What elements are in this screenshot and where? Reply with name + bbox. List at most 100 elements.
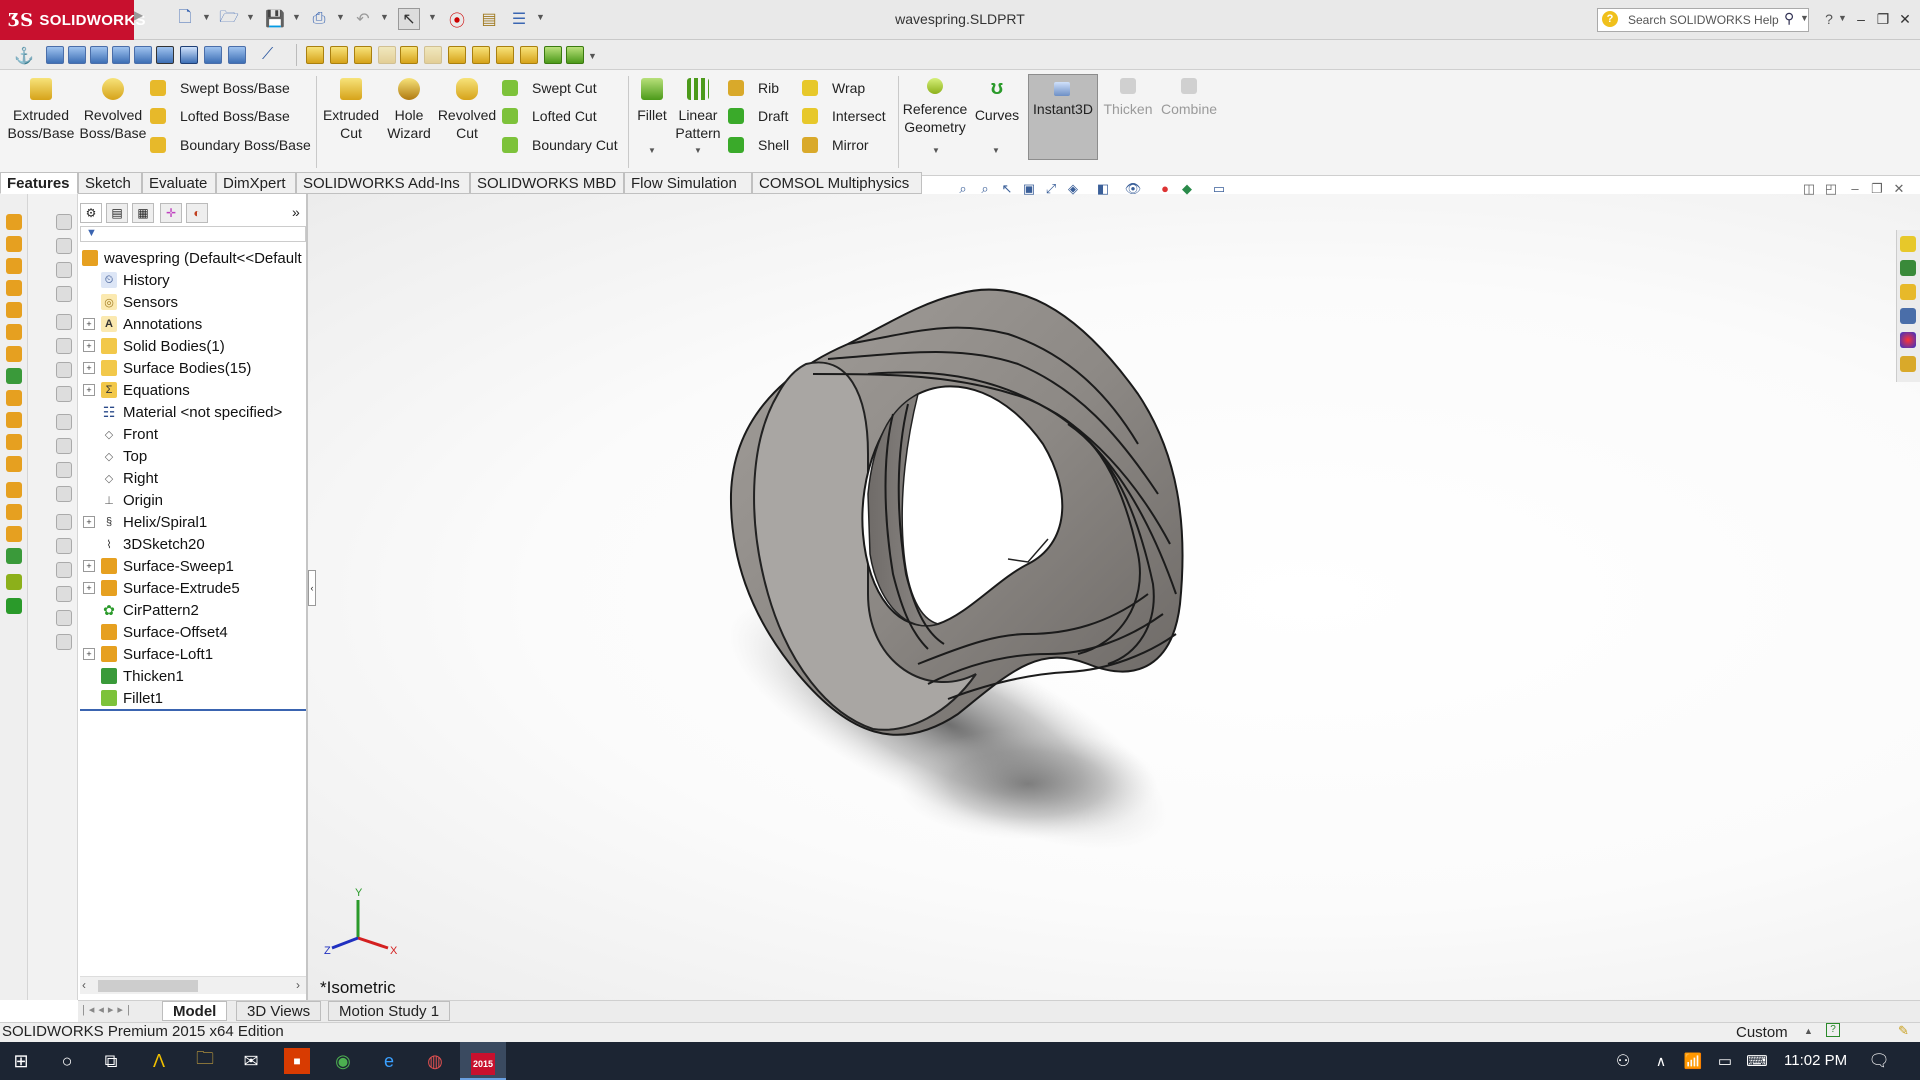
anchor-icon[interactable]: ⚓	[14, 46, 34, 66]
configurationmanager-tab-icon[interactable]: ▦	[132, 203, 154, 223]
file-explorer-taskbar-icon[interactable]: 🗀	[192, 1048, 218, 1074]
sketch-tool-icon[interactable]	[56, 486, 72, 502]
options-dropdown-icon[interactable]: ▼	[536, 12, 545, 22]
sweep-shortcut-icon[interactable]	[6, 258, 22, 274]
options-icon[interactable]: ☰	[508, 8, 530, 30]
combine-button[interactable]: Combine	[1158, 78, 1220, 118]
toolbar-overflow-icon[interactable]: ▼	[588, 51, 597, 61]
office-app-icon[interactable]: ■	[284, 1048, 310, 1074]
close-icon[interactable]: ✕	[1894, 8, 1916, 30]
tree-item-fillet1[interactable]: Fillet1	[80, 687, 163, 709]
tree-item-helix-spiral1[interactable]: + § Helix/Spiral1	[80, 511, 207, 533]
document-close-icon[interactable]: ✕	[1890, 180, 1908, 198]
tree-item-history[interactable]: ⏲ History	[80, 269, 170, 291]
bottom-view-icon[interactable]	[156, 46, 174, 64]
zoom-to-fit-icon[interactable]: ⌕	[954, 180, 972, 198]
tab-solidworks-add-ins[interactable]: SOLIDWORKS Add-Ins	[296, 172, 470, 194]
tree-item-top-plane[interactable]: ◇ Top	[80, 445, 147, 467]
search-dropdown-icon[interactable]: ▼	[1800, 13, 1809, 23]
save-icon[interactable]: 💾	[264, 8, 286, 30]
expand-icon[interactable]: +	[83, 516, 95, 528]
expand-icon[interactable]: +	[83, 318, 95, 330]
sketch-tool-2-icon[interactable]	[330, 46, 348, 64]
sketch-tool-icon[interactable]	[56, 538, 72, 554]
displaymanager-tab-icon[interactable]: ◐	[186, 203, 208, 223]
planar-surface-icon[interactable]	[6, 346, 22, 362]
solidworks-logo[interactable]: ƷS SOLIDWORKS	[0, 0, 145, 40]
document-restore-icon[interactable]: ❐	[1868, 180, 1886, 198]
file-properties-icon[interactable]: ▤	[478, 8, 500, 30]
tree-item-surface-sweep1[interactable]: + Surface-Sweep1	[80, 555, 234, 577]
units-up-icon[interactable]: ▲	[1804, 1026, 1813, 1036]
featuremanager-tab-icon[interactable]: ⚙	[80, 203, 102, 223]
sketch-tool-icon[interactable]	[56, 286, 72, 302]
zoom-to-area-icon[interactable]: ⌕	[976, 180, 994, 198]
right-view-icon[interactable]	[112, 46, 130, 64]
tree-item-surface-offset4[interactable]: Surface-Offset4	[80, 621, 228, 643]
sketch-tool-icon[interactable]	[56, 610, 72, 626]
units-selector[interactable]: Custom	[1736, 1024, 1788, 1041]
notifications-icon[interactable]: 🗨	[1866, 1048, 1892, 1074]
sketch-tool-12-icon[interactable]	[566, 46, 584, 64]
rebuild-status-icon[interactable]: ✎	[1898, 1023, 1909, 1039]
dimxpertmanager-tab-icon[interactable]: ✛	[160, 203, 182, 223]
extend-surface-icon[interactable]	[6, 434, 22, 450]
new-dropdown-icon[interactable]: ▼	[202, 12, 211, 22]
sketch-tool-icon[interactable]	[56, 562, 72, 578]
edge-app-icon[interactable]: e	[376, 1048, 402, 1074]
status-help-icon[interactable]: ?	[1826, 1023, 1840, 1037]
tree-item-solid-bodies[interactable]: + Solid Bodies(1)	[80, 335, 225, 357]
scrollbar-thumb[interactable]	[98, 980, 198, 992]
reference-shortcut-icon[interactable]	[6, 574, 22, 590]
boundary-shortcut-icon[interactable]	[6, 302, 22, 318]
back-view-icon[interactable]	[68, 46, 86, 64]
open-dropdown-icon[interactable]: ▼	[246, 12, 255, 22]
windows-start-icon[interactable]: ⊞	[8, 1048, 34, 1074]
tree-horizontal-scrollbar[interactable]	[80, 976, 306, 994]
tree-item-thicken1[interactable]: Thicken1	[80, 665, 184, 687]
curves-shortcut-icon[interactable]	[6, 598, 22, 614]
tab-sketch[interactable]: Sketch	[78, 172, 142, 194]
cortana-search-icon[interactable]: ○	[54, 1048, 80, 1074]
select-pointer-icon[interactable]: ↖	[398, 8, 420, 30]
search-icon[interactable]: ⚲	[1784, 10, 1794, 27]
chrome-app-icon[interactable]: ◉	[330, 1048, 356, 1074]
appearances-icon[interactable]	[1900, 332, 1916, 348]
surface-tool-2-icon[interactable]	[6, 504, 22, 520]
offset-surface-icon[interactable]	[6, 368, 22, 384]
linear-pattern-button[interactable]: Linear Pattern	[670, 78, 726, 142]
dynamic-annotation-icon[interactable]: ⤢	[1042, 180, 1060, 198]
mail-app-icon[interactable]: ✉	[238, 1048, 264, 1074]
view-settings-icon[interactable]: ▭	[1210, 180, 1228, 198]
rebuild-traffic-light-icon[interactable]: ⦿	[446, 8, 468, 30]
file-explorer-icon[interactable]	[1900, 284, 1916, 300]
reference-geometry-button[interactable]: Reference Geometry	[900, 78, 970, 136]
intersect-button[interactable]: Intersect	[802, 108, 886, 124]
tree-filter-input[interactable]	[80, 226, 306, 242]
fill-surface-icon[interactable]	[6, 456, 22, 472]
top-view-icon[interactable]	[134, 46, 152, 64]
tab-evaluate[interactable]: Evaluate	[142, 172, 216, 194]
minimize-icon[interactable]: –	[1850, 8, 1872, 30]
solidworks-taskbar-button[interactable]: 2015	[460, 1042, 506, 1080]
extruded-boss-base-button[interactable]: Extruded Boss/Base	[6, 78, 76, 142]
tab-flow-simulation[interactable]: Flow Simulation	[624, 172, 752, 194]
sketch-tool-icon[interactable]	[56, 586, 72, 602]
tree-item-3dsketch20[interactable]: ⌇ 3DSketch20	[80, 533, 204, 555]
tab-solidworks-mbd[interactable]: SOLIDWORKS MBD	[470, 172, 624, 194]
sketch-tool-icon[interactable]	[56, 262, 72, 278]
tab-comsol-multiphysics[interactable]: COMSOL Multiphysics	[752, 172, 922, 194]
front-view-icon[interactable]	[46, 46, 64, 64]
sketch-tool-3-icon[interactable]	[354, 46, 372, 64]
design-library-icon[interactable]	[1900, 260, 1916, 276]
trimetric-view-icon[interactable]	[204, 46, 222, 64]
sketch-tool-icon[interactable]	[56, 634, 72, 650]
help-menu-icon[interactable]: ?	[1818, 8, 1840, 30]
solidworks-resources-icon[interactable]	[1900, 236, 1916, 252]
new-document-icon[interactable]: 🗋	[174, 8, 196, 30]
mirror-button[interactable]: Mirror	[802, 137, 869, 153]
expand-icon[interactable]: +	[83, 648, 95, 660]
curves-button[interactable]: ʊ Curves	[972, 78, 1022, 124]
revolved-cut-button[interactable]: Revolved Cut	[434, 78, 500, 142]
isometric-view-icon[interactable]	[180, 46, 198, 64]
